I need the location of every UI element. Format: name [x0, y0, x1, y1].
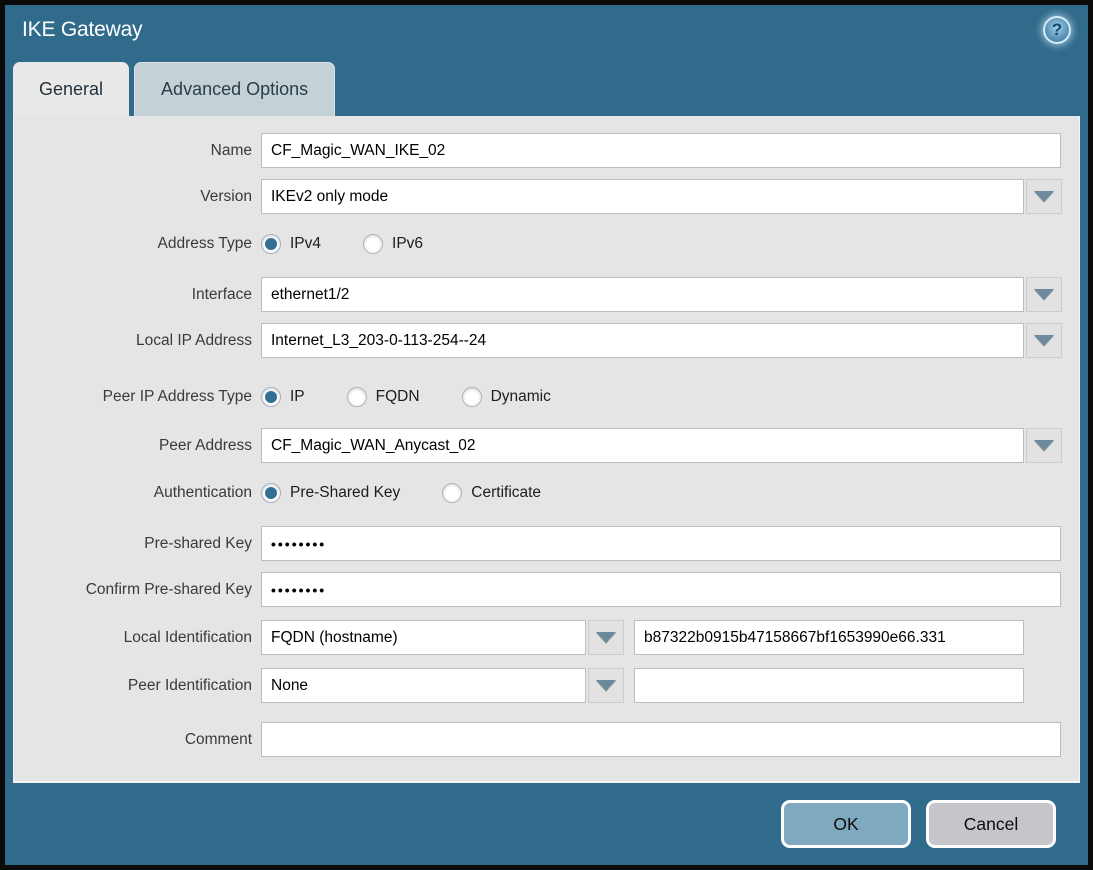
interface-dropdown-button[interactable] — [1026, 277, 1062, 312]
local-ip-address-dropdown-button[interactable] — [1026, 323, 1062, 358]
version-row: Version — [14, 179, 1079, 214]
confirm-pre-shared-key-row: Confirm Pre-shared Key — [14, 572, 1079, 607]
pre-shared-key-input[interactable] — [261, 526, 1061, 561]
peer-address-row: Peer Address — [14, 428, 1079, 463]
peer-ip-address-type-row: Peer IP Address Type IP FQDN Dynamic — [14, 383, 1079, 411]
chevron-down-icon — [596, 680, 616, 691]
chevron-down-icon — [1034, 289, 1054, 300]
radio-ip[interactable]: IP — [261, 387, 305, 407]
ok-button[interactable]: OK — [781, 800, 911, 848]
peer-identification-dropdown-button[interactable] — [588, 668, 624, 703]
dialog-footer: OK Cancel — [5, 783, 1088, 865]
version-dropdown-button[interactable] — [1026, 179, 1062, 214]
pre-shared-key-label: Pre-shared Key — [14, 535, 261, 553]
address-type-label: Address Type — [14, 235, 261, 253]
dialog-titlebar: IKE Gateway ? — [5, 5, 1088, 62]
peer-identification-label: Peer Identification — [14, 677, 261, 695]
radio-ipv4[interactable]: IPv4 — [261, 234, 321, 254]
chevron-down-icon — [1034, 440, 1054, 451]
peer-identification-value-input[interactable] — [634, 668, 1024, 703]
radio-button-icon — [363, 234, 383, 254]
dialog-title: IKE Gateway — [22, 18, 142, 42]
peer-ip-address-type-label: Peer IP Address Type — [14, 388, 261, 406]
peer-address-label: Peer Address — [14, 437, 261, 455]
name-label: Name — [14, 142, 261, 160]
pre-shared-key-row: Pre-shared Key — [14, 526, 1079, 561]
peer-identification-row: Peer Identification — [14, 668, 1079, 703]
radio-button-icon — [442, 483, 462, 503]
peer-address-select-value[interactable] — [261, 428, 1024, 463]
general-tab-panel: Name Version Address Type IPv4 — [13, 116, 1080, 783]
tab-bar: General Advanced Options — [5, 62, 1088, 116]
local-ip-address-select-value[interactable] — [261, 323, 1024, 358]
confirm-pre-shared-key-label: Confirm Pre-shared Key — [14, 581, 261, 599]
interface-select-value[interactable] — [261, 277, 1024, 312]
authentication-row: Authentication Pre-Shared Key Certificat… — [14, 479, 1079, 507]
address-type-row: Address Type IPv4 IPv6 — [14, 230, 1079, 258]
radio-pre-shared-key[interactable]: Pre-Shared Key — [261, 483, 400, 503]
tab-advanced-options[interactable]: Advanced Options — [134, 62, 335, 116]
local-identification-dropdown-button[interactable] — [588, 620, 624, 655]
interface-row: Interface — [14, 277, 1079, 312]
version-select-value[interactable] — [261, 179, 1024, 214]
chevron-down-icon — [1034, 191, 1054, 202]
radio-button-icon — [261, 387, 281, 407]
local-identification-label: Local Identification — [14, 629, 261, 647]
chevron-down-icon — [1034, 335, 1054, 346]
radio-button-icon — [347, 387, 367, 407]
comment-label: Comment — [14, 731, 261, 749]
peer-identification-type-select[interactable] — [261, 668, 586, 703]
radio-fqdn[interactable]: FQDN — [347, 387, 420, 407]
ike-gateway-dialog: IKE Gateway ? General Advanced Options N… — [0, 0, 1093, 870]
name-input[interactable] — [261, 133, 1061, 168]
local-ip-address-label: Local IP Address — [14, 332, 261, 350]
name-row: Name — [14, 133, 1079, 168]
local-identification-value-input[interactable] — [634, 620, 1024, 655]
radio-certificate[interactable]: Certificate — [442, 483, 541, 503]
local-identification-row: Local Identification — [14, 620, 1079, 655]
interface-label: Interface — [14, 286, 261, 304]
comment-row: Comment — [14, 722, 1079, 757]
local-ip-address-row: Local IP Address — [14, 323, 1079, 358]
local-identification-type-select[interactable] — [261, 620, 586, 655]
comment-input[interactable] — [261, 722, 1061, 757]
radio-ipv6[interactable]: IPv6 — [363, 234, 423, 254]
radio-dynamic[interactable]: Dynamic — [462, 387, 551, 407]
peer-address-dropdown-button[interactable] — [1026, 428, 1062, 463]
radio-button-icon — [261, 483, 281, 503]
confirm-pre-shared-key-input[interactable] — [261, 572, 1061, 607]
help-icon[interactable]: ? — [1043, 16, 1071, 44]
version-label: Version — [14, 188, 261, 206]
radio-button-icon — [261, 234, 281, 254]
authentication-label: Authentication — [14, 484, 261, 502]
radio-button-icon — [462, 387, 482, 407]
chevron-down-icon — [596, 632, 616, 643]
tab-general[interactable]: General — [13, 62, 129, 116]
cancel-button[interactable]: Cancel — [926, 800, 1056, 848]
